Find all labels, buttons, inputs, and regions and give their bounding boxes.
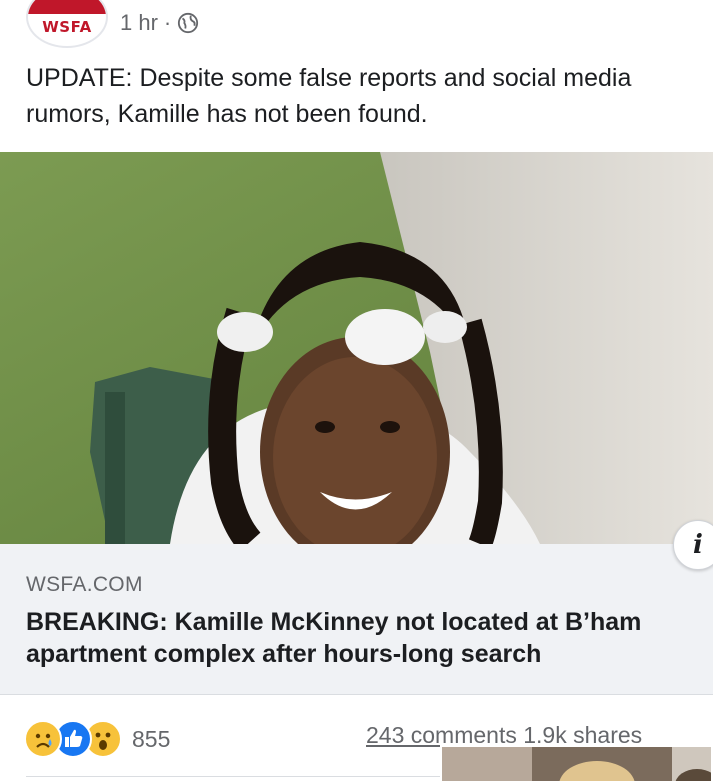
post-meta: 1 hr · (120, 10, 199, 36)
post-text-line: rumors, Kamille has not been found. (26, 100, 428, 128)
sad-icon (24, 720, 62, 758)
link-domain: WSFA.COM (26, 573, 143, 596)
link-headline[interactable]: BREAKING: Kamille McKinney not located a… (26, 606, 711, 670)
post-header: WSFA 1 hr · (0, 0, 713, 50)
meta-separator: · (163, 10, 172, 35)
reactions-summary[interactable]: 855 (24, 720, 170, 758)
headline-line: BREAKING: Kamille McKinney not located a… (26, 608, 642, 636)
headline-line: apartment complex after hours-long searc… (26, 640, 542, 668)
link-preview-image[interactable] (0, 152, 713, 544)
globe-icon (178, 12, 199, 34)
reaction-count: 855 (132, 725, 171, 752)
logo-text: WSFA (42, 18, 92, 36)
post-text: UPDATE: Despite some false reports and s… (26, 60, 713, 132)
video-thumbnail[interactable] (440, 745, 713, 783)
page-avatar[interactable]: WSFA (26, 0, 108, 48)
post-text-line: UPDATE: Despite some false reports and s… (26, 64, 632, 92)
timestamp[interactable]: 1 hr (120, 10, 158, 36)
photo-illustration (0, 152, 713, 544)
logo-red-band (28, 0, 106, 14)
video-thumbnail-art (442, 747, 711, 781)
